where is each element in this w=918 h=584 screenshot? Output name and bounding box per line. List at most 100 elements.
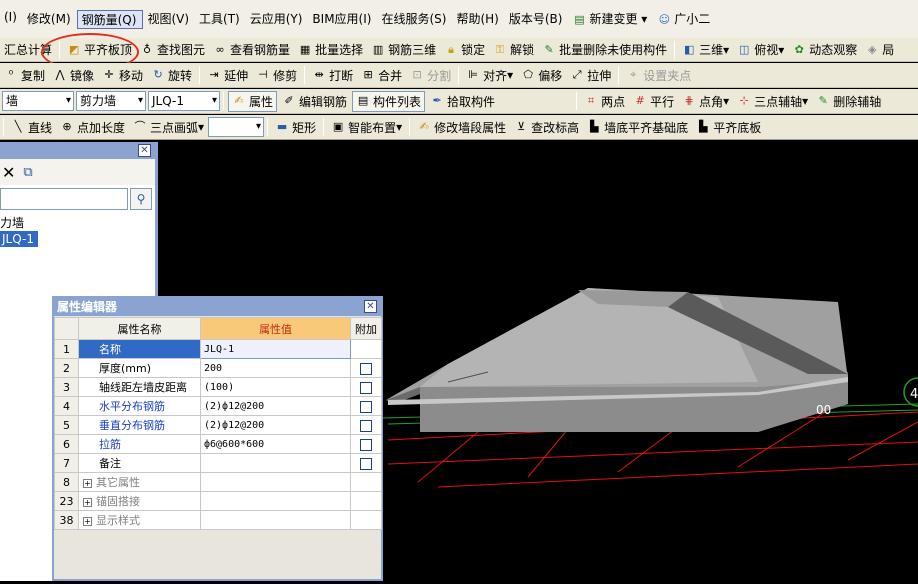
extend-button[interactable]: ⇥ 延伸 [204, 65, 251, 86]
extra-checkbox[interactable] [360, 419, 372, 432]
menu-item-new-change[interactable]: ▤ 新建变更 ▾ [568, 10, 653, 27]
property-value[interactable]: (2)ф12@200 [200, 396, 351, 416]
menu-item-tools[interactable]: 工具(T) [195, 10, 246, 27]
property-value[interactable]: (100) [200, 377, 351, 397]
property-name[interactable]: + 显示样式 [78, 510, 201, 530]
menu-item-i[interactable]: (I) [0, 10, 23, 24]
close-icon[interactable]: ✕ [364, 300, 377, 313]
menu-item-rebar-quantity[interactable]: 钢筋量(Q) [76, 10, 144, 29]
set-grip-button[interactable]: ⌖ 设置夹点 [623, 65, 694, 86]
extra-checkbox[interactable] [360, 400, 372, 413]
property-name[interactable]: 垂直分布钢筋 [78, 415, 201, 435]
break-button[interactable]: ⇹ 打断 [309, 65, 356, 86]
rectangle-button[interactable]: ▬ 矩形 [272, 117, 319, 138]
wall-bottom-align-button[interactable]: ▙ 墙底平齐基础底 [584, 117, 691, 138]
split-button[interactable]: ⊡ 分割 [407, 65, 454, 86]
property-name[interactable]: + 锚固搭接 [78, 491, 201, 511]
table-row[interactable]: 6 拉筋 ф6@600*600 [54, 434, 382, 454]
expand-icon[interactable]: + [83, 517, 92, 526]
table-row[interactable]: 5 垂直分布钢筋 (2)ф12@200 [54, 415, 382, 435]
table-row[interactable]: 2 厚度(mm) 200 [54, 358, 382, 378]
property-value[interactable] [200, 510, 351, 530]
rotate-button[interactable]: ↻ 旋转 [148, 65, 195, 86]
view-rebar-qty-button[interactable]: ∞ 查看钢筋量 [210, 39, 293, 60]
offset-button[interactable]: ⬠ 偏移 [518, 65, 565, 86]
property-value[interactable] [200, 453, 351, 473]
two-point-button[interactable]: ⌗ 两点 [581, 91, 628, 112]
lock-button[interactable]: 🔒︎ 锁定 [441, 39, 488, 60]
menu-item-assistant[interactable]: ☺ 广小二 [653, 10, 716, 27]
merge-button[interactable]: ⊞ 合并 [358, 65, 405, 86]
expand-icon[interactable]: + [83, 498, 92, 507]
property-value[interactable]: ф6@600*600 [200, 434, 351, 454]
menu-item-bim[interactable]: BIM应用(I) [308, 10, 377, 27]
property-name[interactable]: 拉筋 [78, 434, 201, 454]
table-row[interactable]: 23 + 锚固搭接 [54, 491, 382, 511]
property-value[interactable] [200, 472, 351, 492]
component-select[interactable]: JLQ-1 [148, 91, 220, 111]
property-name[interactable]: 名称 [78, 339, 201, 359]
property-name[interactable]: 备注 [78, 453, 201, 473]
table-row[interactable]: 3 轴线距左墙皮距离 (100) [54, 377, 382, 397]
line-button[interactable]: ╲ 直线 [8, 117, 55, 138]
three-point-arc-button[interactable]: ⌒ 三点画弧 ▾ [130, 117, 207, 138]
expand-icon[interactable]: + [83, 479, 92, 488]
top-view-button[interactable]: ◫ 俯视 ▾ [734, 39, 787, 60]
extra-checkbox[interactable] [360, 457, 372, 470]
edit-rebar-button[interactable]: ✐ 编辑钢筋 [279, 91, 350, 112]
property-name[interactable]: 水平分布钢筋 [78, 396, 201, 416]
property-value[interactable] [200, 491, 351, 511]
copy-button[interactable]: ⁰ 复制 [1, 65, 48, 86]
unlock-button[interactable]: ⚿ 解锁 [490, 39, 537, 60]
delete-axis-button[interactable]: ✎ 删除辅轴 [813, 91, 884, 112]
table-row[interactable]: 38 + 显示样式 [54, 510, 382, 530]
extra-checkbox[interactable] [360, 381, 372, 394]
point-angle-button[interactable]: ⋕ 点角 ▾ [679, 91, 732, 112]
move-button[interactable]: ✛ 移动 [99, 65, 146, 86]
trim-button[interactable]: ⊣ 修剪 [253, 65, 300, 86]
extra-checkbox[interactable] [360, 438, 372, 451]
batch-select-button[interactable]: ▦ 批量选择 [295, 39, 366, 60]
menu-item-view[interactable]: 视图(V) [143, 10, 195, 27]
property-value[interactable]: JLQ-1 [200, 339, 351, 359]
type-select[interactable]: 剪力墙 [76, 91, 146, 111]
stretch-button[interactable]: ⤢ 拉伸 [567, 65, 614, 86]
three-point-axis-button[interactable]: ⊹ 三点辅轴 ▾ [734, 91, 811, 112]
category-select[interactable]: 墙 [2, 91, 74, 111]
table-row[interactable]: 1 名称 JLQ-1 [54, 339, 382, 359]
component-list-button[interactable]: ▤ 构件列表 [352, 90, 426, 112]
copy-icon[interactable]: ⧉ [23, 165, 32, 180]
menu-item-cloud[interactable]: 云应用(Y) [246, 10, 309, 27]
point-length-button[interactable]: ⊕ 点加长度 [57, 117, 128, 138]
property-name[interactable]: 厚度(mm) [78, 358, 201, 378]
table-row[interactable]: 7 备注 [54, 453, 382, 473]
property-name[interactable]: 轴线距左墙皮距离 [78, 377, 201, 397]
table-row[interactable]: 4 水平分布钢筋 (2)ф12@200 [54, 396, 382, 416]
align-bottom-slab-button[interactable]: ▙ 平齐底板 [693, 117, 764, 138]
modify-wall-segment-button[interactable]: ✍ 修改墙段属性 [414, 117, 509, 138]
menu-item-online[interactable]: 在线服务(S) [377, 10, 452, 27]
batch-delete-unused-button[interactable]: ✎ 批量删除未使用构件 [539, 39, 670, 60]
extra-checkbox[interactable] [360, 362, 372, 375]
find-element-button[interactable]: ♁ 查找图元 [137, 39, 208, 60]
property-value[interactable]: (2)ф12@200 [200, 415, 351, 435]
table-row[interactable]: 8 + 其它属性 [54, 472, 382, 492]
tree-node-shear-wall[interactable]: 力墙 [0, 215, 155, 231]
rebar-3d-button[interactable]: ▥ 钢筋三维 [368, 39, 439, 60]
dynamic-observe-button[interactable]: ✿ 动态观察 [789, 39, 860, 60]
check-elevation-button[interactable]: ⊻ 查改标高 [511, 117, 582, 138]
menu-item-version[interactable]: 版本号(B) [505, 10, 569, 27]
smart-layout-button[interactable]: ▣ 智能布置 ▾ [328, 117, 405, 138]
property-value[interactable]: 200 [200, 358, 351, 378]
local-view-button[interactable]: ◈ 局 [862, 39, 897, 60]
close-icon[interactable]: ✕ [138, 144, 151, 157]
parallel-button[interactable]: # 平行 [630, 91, 677, 112]
search-icon[interactable]: ⚲ [130, 188, 152, 210]
align-slab-top-button[interactable]: ◩ 平齐板顶 [64, 39, 135, 60]
align-button[interactable]: ⊫ 对齐 ▾ [463, 65, 516, 86]
mirror-button[interactable]: ⋀ 镜像 [50, 65, 97, 86]
search-input[interactable] [0, 188, 128, 210]
property-name[interactable]: + 其它属性 [78, 472, 201, 492]
tree-node-jlq1[interactable]: JLQ-1 [0, 231, 38, 247]
menu-item-modify[interactable]: 修改(M) [23, 10, 77, 27]
